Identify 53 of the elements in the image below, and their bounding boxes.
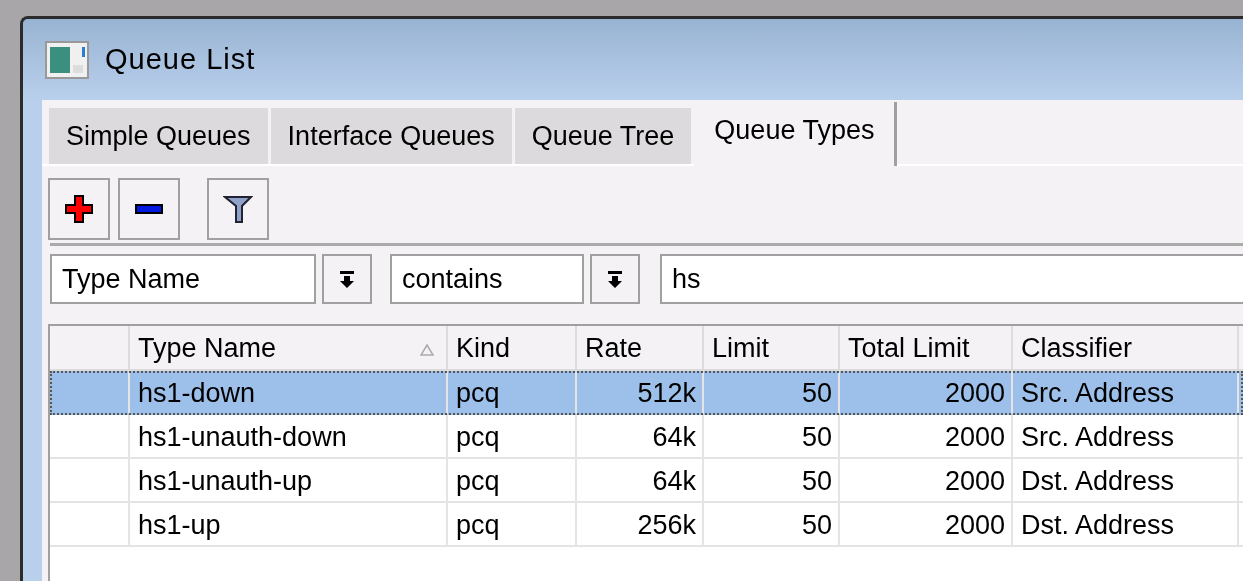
table-cell: Dst. Address [1013, 459, 1239, 503]
window-icon [45, 40, 89, 79]
table-cell: pcq [448, 503, 577, 547]
column-header[interactable]: Type Name [130, 326, 448, 371]
table-cell: hs1-down [130, 371, 448, 415]
tab[interactable]: Queue Tree [514, 108, 692, 164]
dropdown-arrow-icon [605, 269, 625, 289]
table-cell: Src. Address [1013, 371, 1239, 415]
table-cell: 50 [704, 503, 840, 547]
table-cell: Dst. Address [1013, 503, 1239, 547]
table-cell: hs1-up [130, 503, 448, 547]
plus-icon [64, 194, 94, 224]
add-button[interactable] [48, 178, 110, 240]
table-cell: 512k [577, 371, 704, 415]
table-cell: 256k [577, 503, 704, 547]
column-header[interactable]: Limit [704, 326, 840, 371]
table-row[interactable]: hs1-up pcq 256k 50 2000 Dst. Address [50, 503, 1243, 547]
table-cell: 50 [704, 371, 840, 415]
dropdown-button[interactable] [590, 254, 640, 304]
field-select[interactable]: Type Name [50, 254, 316, 304]
table-cell: pcq [448, 415, 577, 459]
column-header[interactable]: Total Limit [840, 326, 1013, 371]
table-cell: 2000 [840, 415, 1013, 459]
table-row[interactable]: hs1-unauth-down pcq 64k 50 2000 Src. Address [50, 415, 1243, 459]
table-cell: Src. Address [1013, 415, 1239, 459]
table-cell: pcq [448, 371, 577, 415]
table-cell: 2000 [840, 371, 1013, 415]
table-cell: hs1-unauth-up [130, 459, 448, 503]
tab[interactable]: Queue Types [694, 102, 898, 166]
table-cell: 50 [704, 415, 840, 459]
dropdown-arrow-icon [337, 269, 357, 289]
table-cell: 64k [577, 459, 704, 503]
table-cell: pcq [448, 459, 577, 503]
filter-button[interactable] [207, 178, 269, 240]
sort-icon [420, 344, 434, 356]
table-cell: 2000 [840, 459, 1013, 503]
dropdown-button[interactable] [322, 254, 372, 304]
column-header[interactable]: Classifier [1013, 326, 1239, 371]
table-cell: 50 [704, 459, 840, 503]
table-row[interactable]: hs1-down pcq 512k 50 2000 Src. Address [50, 371, 1243, 415]
remove-button[interactable] [118, 178, 180, 240]
operator-select[interactable]: contains [390, 254, 584, 304]
funnel-icon [223, 194, 253, 224]
table-cell: 2000 [840, 503, 1013, 547]
tab[interactable]: Interface Queues [270, 108, 512, 164]
table-cell: 64k [577, 415, 704, 459]
column-header[interactable]: Rate [577, 326, 704, 371]
filter-value-field[interactable]: hs [660, 254, 1243, 304]
column-header[interactable]: Kind [448, 326, 577, 371]
window-title: Queue List [105, 43, 256, 76]
tab[interactable]: Simple Queues [49, 108, 268, 164]
table-row[interactable]: hs1-unauth-up pcq 64k 50 2000 Dst. Address [50, 459, 1243, 503]
table-cell: hs1-unauth-down [130, 415, 448, 459]
